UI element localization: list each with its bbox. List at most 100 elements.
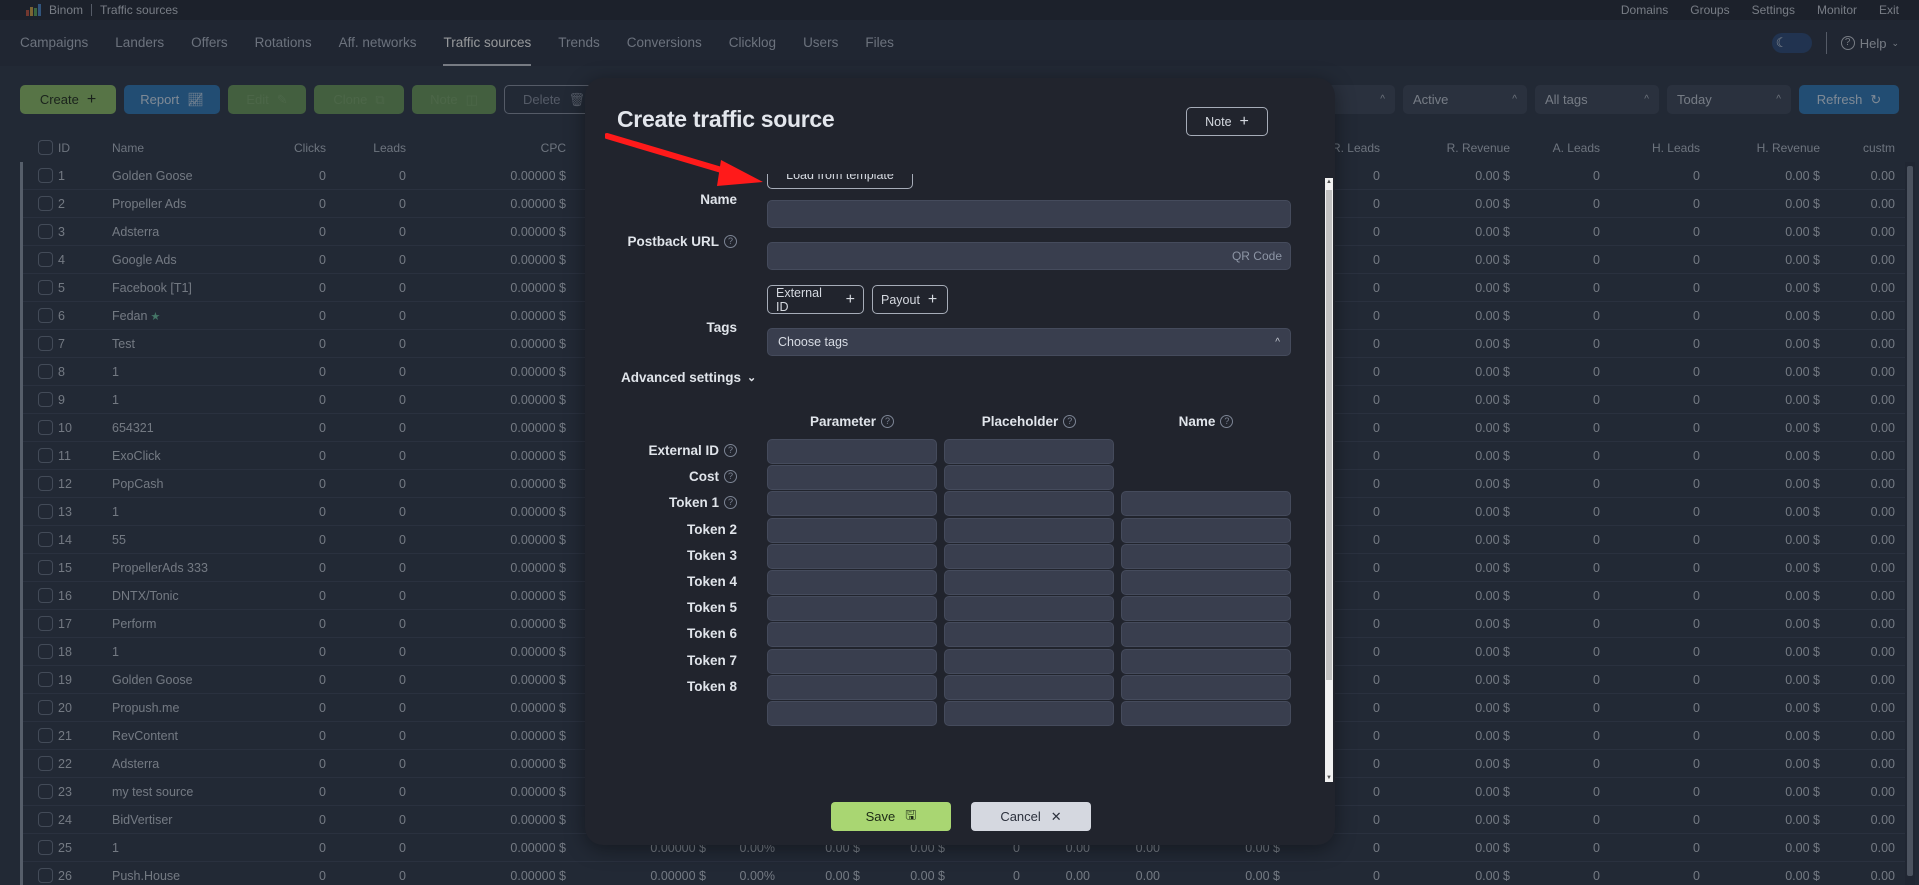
help-icon[interactable]: ? xyxy=(881,415,895,428)
placeholder-input[interactable] xyxy=(944,465,1114,491)
name-input[interactable] xyxy=(1121,570,1291,595)
help-icon[interactable]: ? xyxy=(724,496,737,510)
placeholder-input[interactable] xyxy=(944,674,1114,700)
save-label: Save xyxy=(865,809,896,824)
parameter-input[interactable] xyxy=(767,439,937,464)
param-row-label-text: Cost xyxy=(689,469,719,485)
param-row-label-text: Token 2 xyxy=(686,521,737,537)
plus-icon: + xyxy=(845,290,855,308)
parameter-header-label: Parameter xyxy=(809,414,877,429)
name-input[interactable] xyxy=(1121,517,1291,543)
name-input[interactable] xyxy=(767,200,1291,228)
postback-url-label: Postback URL? xyxy=(627,234,737,249)
parameter-input[interactable] xyxy=(767,596,937,622)
parameter-input[interactable] xyxy=(767,570,937,595)
note-button-label: Note xyxy=(1205,114,1232,129)
param-row-label: External ID? xyxy=(585,443,737,458)
placeholder-input[interactable] xyxy=(944,622,1114,648)
advanced-settings-toggle[interactable]: Advanced settings ⌄ xyxy=(621,370,756,385)
token-9-input[interactable] xyxy=(944,701,1114,726)
tags-select[interactable]: Choose tags ^ xyxy=(767,328,1291,356)
placeholder-input[interactable] xyxy=(944,517,1114,543)
param-row-label-text: External ID xyxy=(648,443,719,458)
name-input[interactable] xyxy=(1121,648,1291,674)
name-input[interactable] xyxy=(1121,674,1291,700)
param-row-label-text: Token 5 xyxy=(686,600,737,616)
parameter-input[interactable] xyxy=(767,465,937,491)
load-from-template-button[interactable]: Load from template xyxy=(767,174,913,189)
help-icon[interactable]: ? xyxy=(1063,415,1077,428)
modal-title: Create traffic source xyxy=(617,106,835,132)
param-row-label-text: Token 4 xyxy=(686,574,737,589)
cancel-button[interactable]: Cancel ✕ xyxy=(971,802,1091,831)
modal-form: Load from template Name Postback URL? QR… xyxy=(585,174,1330,778)
placeholder-input[interactable] xyxy=(944,543,1114,569)
tags-placeholder: Choose tags xyxy=(778,335,849,349)
parameter-input[interactable] xyxy=(767,674,937,700)
close-icon: ✕ xyxy=(1050,808,1062,824)
plus-icon: + xyxy=(1239,112,1249,130)
param-row-label-text: Token 6 xyxy=(686,626,737,642)
qr-code-button[interactable]: QR Code xyxy=(1232,249,1282,263)
param-row-label: Token 6 xyxy=(585,626,737,641)
token-9-input[interactable] xyxy=(1121,701,1291,726)
chevron-up-icon: ^ xyxy=(1275,336,1280,348)
name-input[interactable] xyxy=(1121,543,1291,569)
help-icon[interactable]: ? xyxy=(724,470,737,484)
plus-icon: + xyxy=(927,290,938,308)
external-id-chip-label: External ID xyxy=(776,285,822,314)
cancel-label: Cancel xyxy=(1000,809,1041,824)
save-button[interactable]: Save 🖫 xyxy=(831,802,951,831)
param-row-label: Token 7 xyxy=(585,653,737,668)
name-column-header: Name? xyxy=(1121,414,1291,429)
tags-label: Tags xyxy=(706,320,737,335)
param-row-label-text: Token 8 xyxy=(686,678,737,694)
name-input[interactable] xyxy=(1121,491,1291,517)
help-icon[interactable]: ? xyxy=(724,235,737,248)
name-input[interactable] xyxy=(1121,596,1291,622)
add-external-id-button[interactable]: External ID + xyxy=(767,285,864,314)
floppy-disk-icon: 🖫 xyxy=(905,806,917,822)
placeholder-column-header: Placeholder? xyxy=(944,414,1114,429)
placeholder-header-label: Placeholder xyxy=(981,414,1059,429)
chevron-down-icon: ⌄ xyxy=(747,372,757,384)
param-row-label-text: Token 3 xyxy=(686,547,737,563)
modal-scrollbar-thumb[interactable] xyxy=(1326,190,1332,680)
param-row-label: Token 4 xyxy=(585,574,737,589)
scroll-up-arrow-icon[interactable]: ▲ xyxy=(1326,179,1332,185)
parameter-input[interactable] xyxy=(767,648,937,674)
help-icon[interactable]: ? xyxy=(724,444,737,457)
create-traffic-source-modal: Create traffic source Note + Load from te… xyxy=(585,78,1335,845)
param-row-label-text: Token 1 xyxy=(668,495,719,511)
postback-url-input[interactable]: QR Code xyxy=(767,242,1291,270)
placeholder-input[interactable] xyxy=(944,439,1114,464)
name-input[interactable] xyxy=(1121,622,1291,648)
placeholder-input[interactable] xyxy=(944,491,1114,517)
add-payout-button[interactable]: Payout + xyxy=(872,285,948,314)
param-row-label: Cost? xyxy=(585,469,737,484)
param-row-label: Token 1? xyxy=(585,495,737,510)
help-icon[interactable]: ? xyxy=(1220,415,1234,428)
param-row-label: Token 5 xyxy=(585,600,737,615)
placeholder-input[interactable] xyxy=(944,596,1114,622)
note-button[interactable]: Note + xyxy=(1186,107,1268,136)
placeholder-input[interactable] xyxy=(944,570,1114,595)
parameter-input[interactable] xyxy=(767,517,937,543)
param-row-label: Token 2 xyxy=(585,522,737,537)
parameter-input[interactable] xyxy=(767,491,937,517)
param-row-label: Token 8 xyxy=(585,679,737,694)
payout-chip-label: Payout xyxy=(881,292,920,307)
name-label: Name xyxy=(700,192,737,207)
parameter-column-header: Parameter? xyxy=(767,414,937,429)
placeholder-input[interactable] xyxy=(944,648,1114,674)
modal-scrollbar[interactable]: ▲ ▼ xyxy=(1325,178,1333,782)
param-row-label: Token 3 xyxy=(585,548,737,563)
scroll-down-arrow-icon[interactable]: ▼ xyxy=(1326,775,1332,781)
name-header-label: Name xyxy=(1178,414,1216,429)
advanced-settings-label: Advanced settings xyxy=(621,370,742,385)
token-9-input[interactable] xyxy=(767,701,937,726)
parameter-input[interactable] xyxy=(767,622,937,648)
param-row-label-text: Token 7 xyxy=(686,652,737,668)
postback-url-label-text: Postback URL xyxy=(627,234,719,249)
parameter-input[interactable] xyxy=(767,543,937,569)
